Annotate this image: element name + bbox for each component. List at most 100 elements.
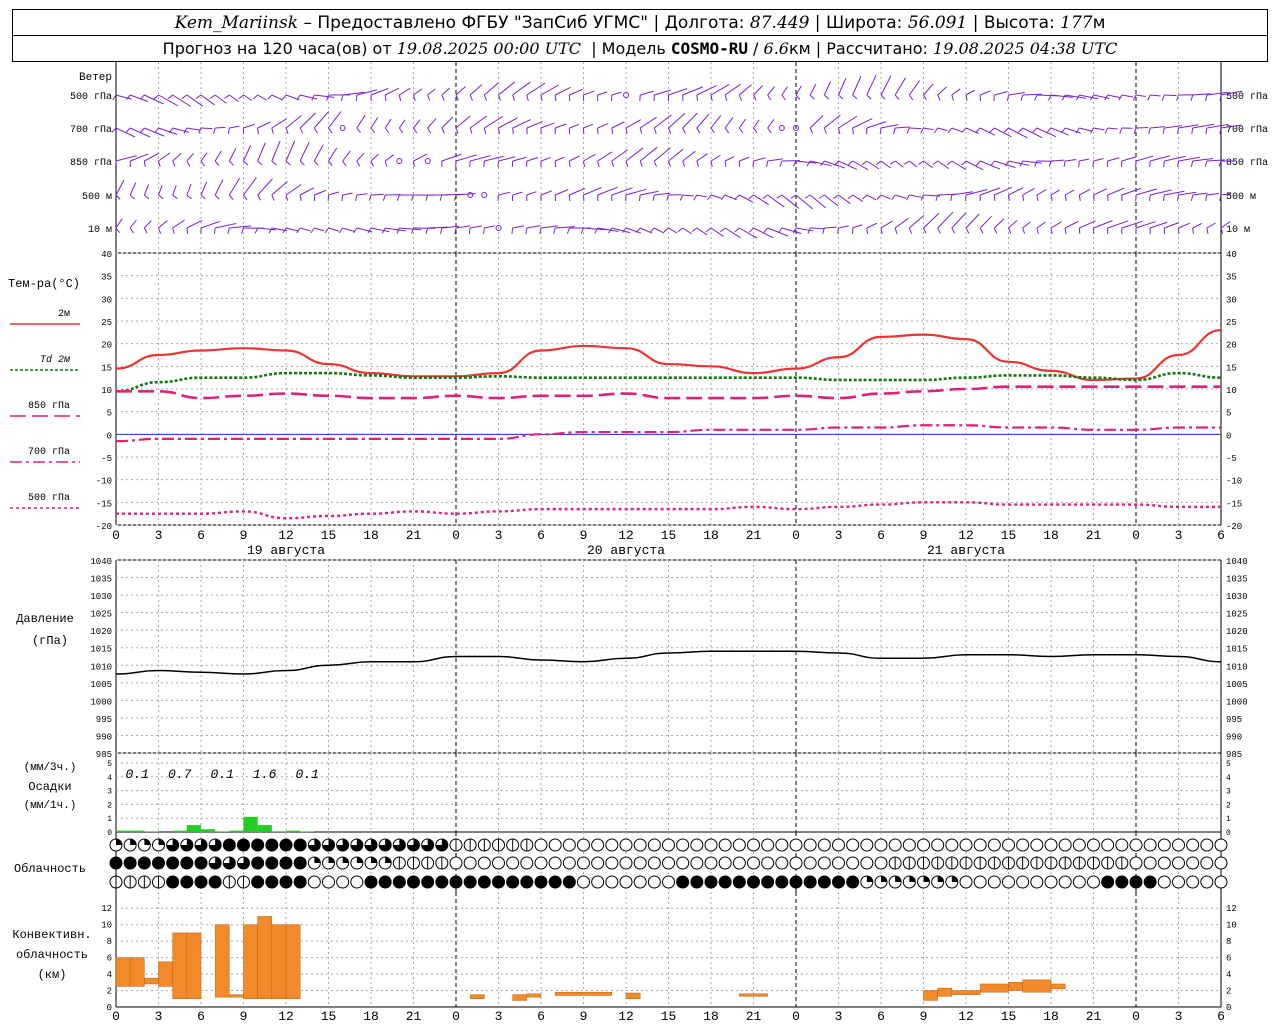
wind-barb [682,150,696,162]
wind-barb [257,178,273,196]
wind-barb [838,78,847,96]
wind-barb [469,115,488,129]
wind-barb-flag [341,194,344,202]
wind-barb-flag [979,227,984,234]
pressure-ytick-right: 1010 [1226,662,1248,672]
cloud-symbol [662,838,675,852]
cloud-symbol [293,875,307,889]
pressure-ytick-right: 995 [1226,715,1242,725]
cloud-symbol [718,875,732,889]
wind-barb-flag [779,160,783,167]
wind-barb [1079,158,1090,162]
wind-barb-flag [313,160,319,166]
cloud-symbol [633,856,647,870]
wind-barb [909,160,918,168]
convective-ytick-left: 10 [101,921,112,931]
cloud-symbol [293,838,307,852]
wind-barb-flag [338,227,344,234]
convective-title-1: Конвективн. [12,928,91,942]
wind-barb-flag [611,127,614,135]
temp-legend-label: 850 гПа [28,401,70,412]
wind-barb [724,156,735,162]
wind-barb [654,192,671,196]
wind-barb [143,220,152,229]
wind-barb [824,226,837,229]
cloud-symbol [1044,838,1058,852]
cloud-symbol [704,838,718,852]
cloud-symbol [605,838,619,852]
cloud-symbol [237,838,250,852]
x-tick-label-bottom: 3 [155,1009,163,1024]
cloud-symbol-fill [130,839,137,845]
temp-ytick-left: 5 [107,409,112,419]
cloud-symbol-fill [144,839,151,845]
wind-barb-flag [961,127,967,133]
wind-barb [229,94,239,103]
temp-ytick-right: 30 [1226,295,1237,305]
x-tick-label: 3 [1175,528,1183,543]
temp-ytick-right: 35 [1226,273,1237,283]
wind-barb [1164,222,1179,229]
wind-barb [909,215,925,229]
wind-barb [908,80,920,96]
wind-barb [583,123,594,129]
date-label: 21 августа [927,543,1005,558]
cloud-symbol [676,838,690,852]
cloud-symbol [888,838,902,852]
wind-barb-flag [398,94,402,101]
cloud-symbol [520,875,534,889]
wind-barb-flag [271,194,275,201]
x-tick-label-bottom: 15 [661,1009,677,1024]
cloud-symbol [1157,875,1171,889]
wind-barb-flag [181,94,188,99]
wind-barb [767,86,775,96]
cloud-symbol [1129,838,1143,852]
cloud-symbol [1129,875,1143,889]
wind-barb [271,180,288,196]
wind-barb [526,225,541,229]
temp-ytick-left: 35 [101,273,112,283]
wind-barb-flag [310,227,315,234]
wind-barb-flag [893,127,896,134]
wind-barb-flag [908,227,913,234]
wind-barb [1050,159,1065,162]
wind-barb-flag [384,160,388,167]
x-tick-label: 6 [877,528,885,543]
wind-barb-flag [1022,227,1026,234]
wind-barb [1192,222,1203,229]
wind-barb-flag [932,160,938,166]
convective-bar [979,983,1009,993]
pressure-ytick-left: 1015 [90,645,112,655]
wind-barb [696,113,710,129]
cloud-symbol [1214,838,1228,852]
wind-barb [994,186,1013,196]
wind-barb-flag [937,227,941,234]
wind-barb [753,85,764,96]
wind-barb [838,225,849,229]
temp-legend-label: Td 2м [40,354,71,366]
wind-barb-flag [677,227,683,233]
wind-barb-flag [439,194,443,201]
cloud-symbol [194,875,208,889]
wind-barb [937,211,954,229]
wind-barb [540,190,552,196]
wind-barb [1008,187,1024,196]
wind-barb-flag [710,160,713,167]
wind-barb [215,126,226,129]
wind-barb [781,86,788,96]
wind-barb-flag [511,227,514,235]
temp-ytick-right: 40 [1226,250,1237,260]
cloud-symbol [548,838,562,852]
wind-barb [1107,94,1121,99]
cloud-symbol [1186,875,1200,889]
wind-barb-flag [1061,127,1066,134]
wind-barb [399,87,411,96]
x-tick-label-bottom: 6 [1217,1009,1225,1024]
wind-barb [285,115,302,129]
wind-barb-flag [1192,227,1194,235]
cloud-symbol [747,875,760,889]
wind-barb-flag [809,127,814,134]
convective-bar [172,932,188,1000]
wind-barb-flag [583,160,586,167]
wind-barb [328,191,339,196]
